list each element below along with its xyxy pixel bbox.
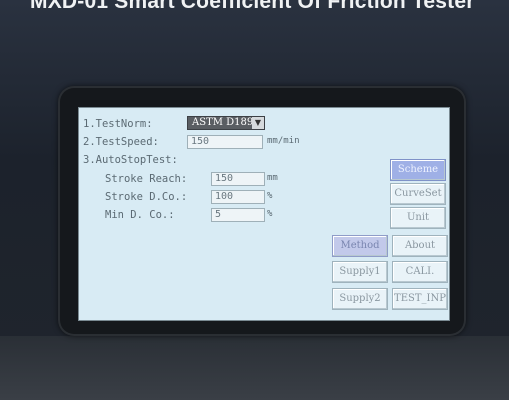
test-norm-label: 1.TestNorm: [83,118,153,130]
stroke-dco-field[interactable]: 100 [211,190,265,204]
about-button[interactable]: About [392,235,448,257]
device-body [0,336,509,400]
min-dco-label: Min D. Co.: [105,209,175,221]
min-dco-field[interactable]: 5 [211,208,265,222]
stroke-reach-unit: mm [267,173,278,183]
device-title: MXD-01 Smart Coefficient Of Friction Tes… [30,0,475,13]
chevron-down-icon[interactable]: ▼ [252,117,264,129]
test-speed-unit: mm/min [267,136,300,146]
stroke-reach-field[interactable]: 150 [211,172,265,186]
stroke-dco-label: Stroke D.Co.: [105,191,188,203]
test-norm-select[interactable]: ASTM D1894 ▼ [187,116,265,130]
cali-button[interactable]: CALI. [392,261,448,283]
method-button[interactable]: Method [332,235,388,257]
test-inp-button[interactable]: TEST_INP [392,288,448,310]
scheme-button[interactable]: Scheme [390,159,446,181]
supply1-button[interactable]: Supply1 [332,261,388,283]
test-norm-value: ASTM D1894 [192,117,260,128]
min-dco-unit: % [267,209,273,219]
supply2-button[interactable]: Supply2 [332,288,388,310]
auto-stop-label: 3.AutoStopTest: [83,154,178,166]
test-speed-label: 2.TestSpeed: [83,136,159,148]
test-speed-field[interactable]: 150 [187,135,263,149]
curve-set-button[interactable]: CurveSet [390,183,446,205]
stroke-reach-label: Stroke Reach: [105,173,188,185]
stroke-dco-unit: % [267,191,273,201]
unit-button[interactable]: Unit [390,207,446,229]
touch-screen: 1.TestNorm: ASTM D1894 ▼ 2.TestSpeed: 15… [78,107,450,321]
